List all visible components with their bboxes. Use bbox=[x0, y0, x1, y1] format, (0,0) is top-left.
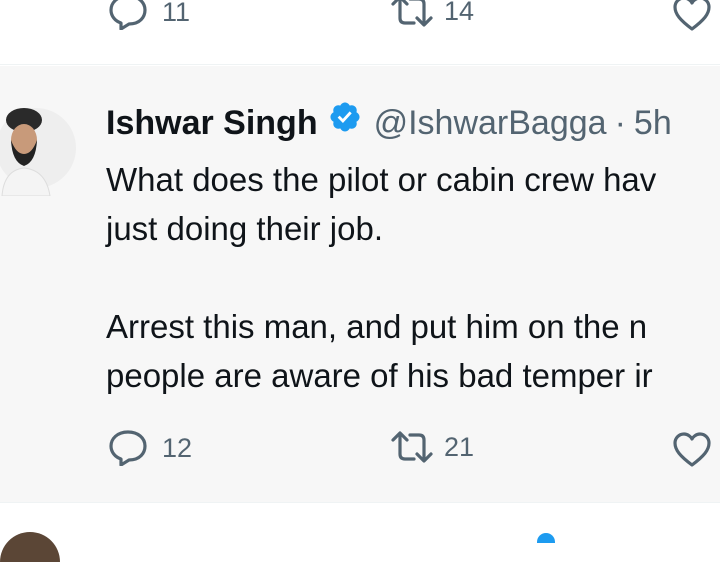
retweet-icon bbox=[391, 0, 433, 27]
reply-count: 12 bbox=[162, 432, 193, 463]
avatar[interactable] bbox=[0, 96, 76, 196]
next-tweet[interactable] bbox=[0, 503, 720, 540]
divider bbox=[0, 64, 720, 65]
reply-icon bbox=[109, 430, 147, 466]
retweet-button[interactable]: 21 bbox=[388, 430, 474, 464]
verified-badge-icon bbox=[328, 100, 362, 145]
separator-dot: · bbox=[614, 103, 626, 142]
author-handle[interactable]: @IshwarBagga bbox=[374, 101, 607, 145]
like-button[interactable] bbox=[672, 432, 712, 468]
heart-icon bbox=[673, 0, 711, 31]
reply-button[interactable]: 11 bbox=[108, 0, 190, 30]
tweet-text-line: people are aware of his bad temper ir bbox=[106, 357, 653, 394]
author-name[interactable]: Ishwar Singh bbox=[106, 101, 318, 145]
reply-button[interactable]: 12 bbox=[108, 430, 192, 466]
timestamp[interactable]: 5h bbox=[634, 101, 672, 145]
tweet-text: What does the pilot or cabin crew hav ju… bbox=[106, 155, 720, 400]
reply-icon bbox=[109, 0, 147, 30]
retweet-button[interactable]: 14 bbox=[388, 0, 474, 28]
tweet-text-line: just doing their job. bbox=[106, 210, 384, 247]
retweet-count: 21 bbox=[444, 431, 475, 462]
heart-icon bbox=[673, 432, 711, 467]
previous-tweet-actions: 11 14 bbox=[0, 0, 720, 64]
tweet-text-line: Arrest this man, and put him on the n bbox=[106, 308, 648, 345]
like-button[interactable] bbox=[672, 0, 712, 32]
retweet-count: 14 bbox=[444, 0, 475, 26]
tweet-text-line: What does the pilot or cabin crew hav bbox=[106, 161, 657, 198]
retweet-icon bbox=[391, 431, 433, 463]
tweet-header: Ishwar Singh @IshwarBagga · 5h bbox=[106, 100, 672, 145]
reply-count: 11 bbox=[162, 0, 191, 27]
